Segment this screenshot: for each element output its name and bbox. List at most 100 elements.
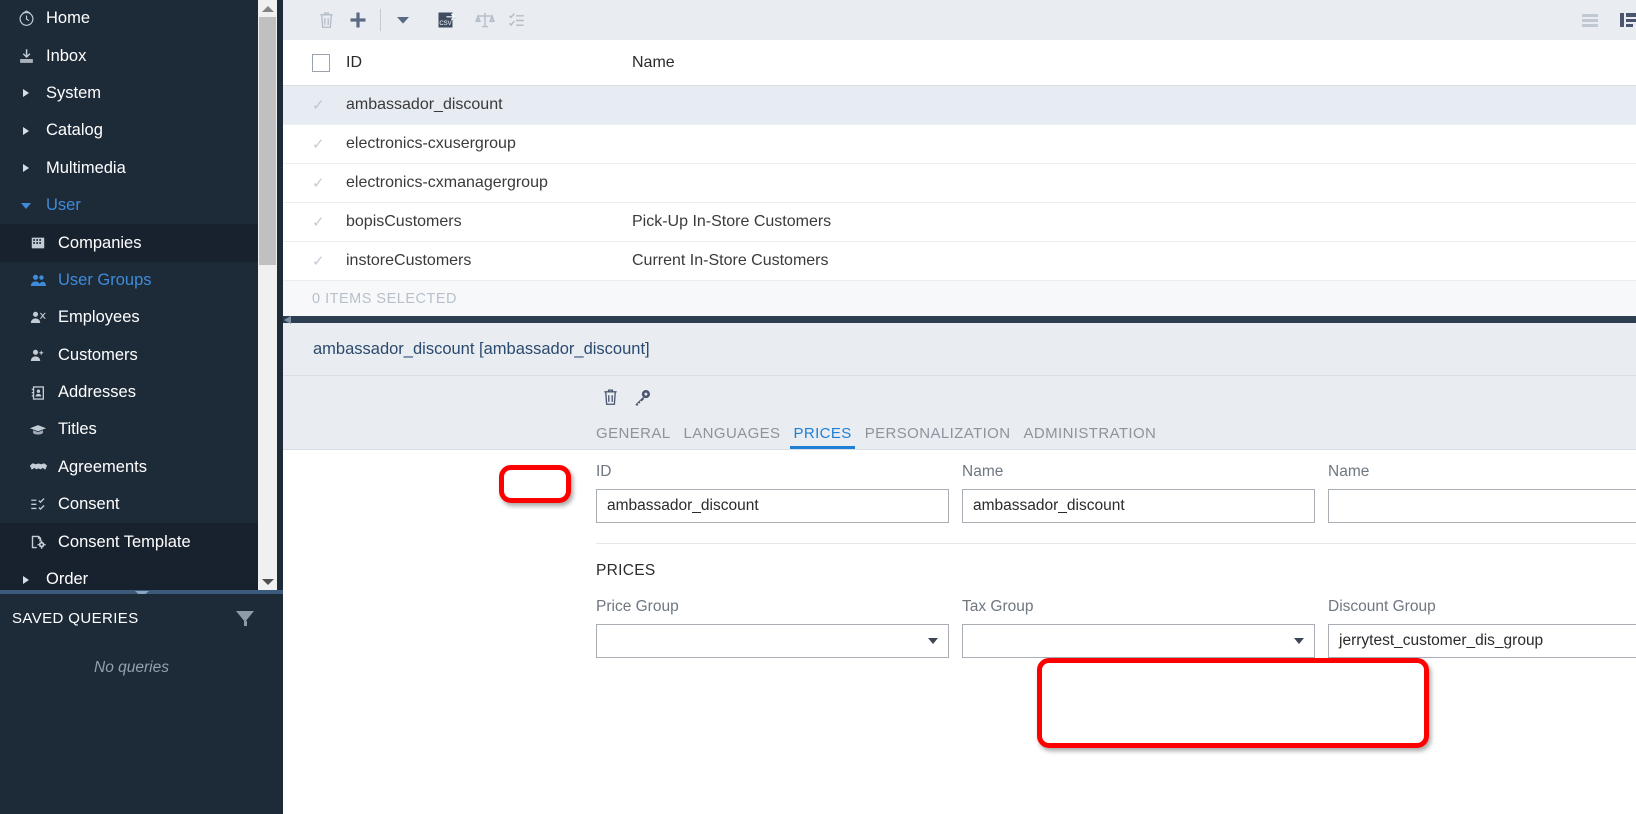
- tax-group-select[interactable]: [962, 624, 1315, 658]
- price-group-select[interactable]: [596, 624, 949, 658]
- row-check-icon: ✓: [312, 254, 330, 269]
- sidebar-item-titles[interactable]: Titles: [0, 411, 258, 448]
- sidebar-item-label: Employees: [58, 308, 140, 327]
- split-view-icon[interactable]: [1612, 4, 1636, 36]
- list-view-icon[interactable]: [1574, 4, 1606, 36]
- name-input[interactable]: [962, 489, 1315, 523]
- row-id: instoreCustomers: [346, 252, 632, 270]
- graduation-cap-icon: [26, 421, 50, 439]
- building-icon: [26, 234, 50, 252]
- select-all-checkbox[interactable]: [312, 54, 330, 72]
- field-name-localized: Name: [1328, 463, 1636, 523]
- sidebar-item-consent[interactable]: Consent: [0, 486, 258, 523]
- field-label: Name: [1328, 463, 1636, 481]
- key-icon[interactable]: [629, 384, 655, 410]
- table-row[interactable]: ✓ ambassador_discount: [283, 86, 1636, 125]
- saved-queries-empty: No queries: [0, 627, 283, 677]
- row-check-icon: ✓: [312, 98, 330, 113]
- sidebar-group-order[interactable]: Order: [0, 561, 258, 590]
- chevron-down-icon[interactable]: [387, 4, 419, 36]
- tab-administration[interactable]: ADMINISTRATION: [1023, 425, 1169, 449]
- field-id: ID: [596, 463, 949, 523]
- sidebar-nav: Home Inbox System Catalog: [0, 0, 258, 590]
- column-header-name[interactable]: Name: [632, 54, 1636, 72]
- csv-export-icon[interactable]: CSV: [431, 4, 463, 36]
- table-row[interactable]: ✓ instoreCustomers Current In-Store Cust…: [283, 242, 1636, 281]
- row-name: Pick-Up In-Store Customers: [632, 213, 1636, 231]
- scroll-up-arrow[interactable]: [258, 0, 277, 17]
- sidebar-scrollbar[interactable]: [258, 0, 277, 590]
- chevron-down-icon: [1294, 638, 1304, 644]
- row-id: electronics-cxusergroup: [346, 135, 632, 153]
- handshake-icon: [26, 458, 50, 476]
- customer-icon: [26, 346, 50, 364]
- selection-status: 0 ITEMS SELECTED: [283, 281, 1636, 316]
- tab-languages[interactable]: LANGUAGES: [684, 425, 794, 449]
- checklist-icon: [26, 496, 50, 514]
- scrollbar-thumb[interactable]: [259, 17, 276, 265]
- delete-icon[interactable]: [597, 384, 623, 410]
- view-mode-switcher: [1574, 4, 1636, 36]
- field-label: Price Group: [596, 598, 949, 616]
- caret-down-icon: [14, 197, 38, 215]
- sidebar-item-customers[interactable]: Customers: [0, 337, 258, 374]
- users-icon: [26, 271, 50, 289]
- delete-icon[interactable]: [310, 4, 342, 36]
- field-label: Discount Group: [1328, 598, 1636, 616]
- prices-field-row: Price Group Tax Group: [283, 580, 1636, 658]
- sidebar-item-inbox[interactable]: Inbox: [0, 37, 258, 74]
- sidebar-item-home[interactable]: Home: [0, 0, 258, 37]
- tab-prices[interactable]: PRICES: [793, 425, 864, 449]
- column-header-id[interactable]: ID: [346, 54, 632, 72]
- discount-group-select[interactable]: jerrytest_customer_dis_group: [1328, 624, 1636, 658]
- row-id: ambassador_discount: [346, 96, 632, 114]
- sidebar-group-catalog[interactable]: Catalog: [0, 112, 258, 149]
- sidebar-item-employees[interactable]: Employees: [0, 299, 258, 336]
- id-input[interactable]: [596, 489, 949, 523]
- panel-splitter[interactable]: [283, 316, 1636, 323]
- sidebar-item-label: Order: [46, 570, 88, 589]
- inbox-icon: [14, 47, 38, 65]
- tab-general[interactable]: GENERAL: [596, 425, 684, 449]
- add-icon[interactable]: [342, 4, 374, 36]
- field-name: Name: [962, 463, 1315, 523]
- items-list: ID Name ✓ ambassador_discount ✓ electron…: [283, 40, 1636, 316]
- funnel-icon[interactable]: [236, 611, 255, 626]
- checklist-icon[interactable]: [501, 4, 533, 36]
- caret-right-icon: [14, 159, 38, 177]
- employee-icon: [26, 309, 50, 327]
- row-name: Current In-Store Customers: [632, 252, 1636, 270]
- row-id: bopisCustomers: [346, 213, 632, 231]
- sidebar-item-label: Customers: [58, 346, 138, 365]
- sidebar-item-label: User Groups: [58, 271, 152, 290]
- sidebar-item-label: System: [46, 84, 101, 103]
- tab-personalization[interactable]: PERSONALIZATION: [865, 425, 1024, 449]
- sidebar-group-multimedia[interactable]: Multimedia: [0, 150, 258, 187]
- table-row[interactable]: ✓ electronics-cxusergroup: [283, 125, 1636, 164]
- caret-right-icon: [14, 84, 38, 102]
- address-book-icon: [26, 384, 50, 402]
- sidebar-item-agreements[interactable]: Agreements: [0, 449, 258, 486]
- table-row[interactable]: ✓ electronics-cxmanagergroup: [283, 164, 1636, 203]
- sidebar-group-user[interactable]: User: [0, 187, 258, 224]
- prices-section-heading: PRICES: [283, 544, 1636, 580]
- scroll-down-arrow[interactable]: [258, 573, 277, 590]
- sidebar-item-user-groups[interactable]: User Groups: [0, 262, 258, 299]
- sidebar-group-system[interactable]: System: [0, 75, 258, 112]
- sidebar-item-label: User: [46, 196, 81, 215]
- prices-form: ID Name Name: [283, 450, 1636, 658]
- sidebar-item-label: Agreements: [58, 458, 147, 477]
- sidebar-item-companies[interactable]: Companies: [0, 224, 258, 261]
- saved-queries-header: SAVED QUERIES: [0, 594, 283, 627]
- caret-right-icon: [14, 122, 38, 140]
- field-price-group: Price Group: [596, 598, 949, 658]
- name-localized-input[interactable]: [1328, 489, 1636, 523]
- saved-queries-panel: SAVED QUERIES No queries: [0, 594, 283, 814]
- compare-icon[interactable]: [469, 4, 501, 36]
- sidebar-item-consent-template[interactable]: Consent Template: [0, 523, 258, 560]
- field-discount-group: Discount Group jerrytest_customer_dis_gr…: [1328, 598, 1636, 658]
- caret-right-icon: [14, 571, 38, 589]
- sidebar-item-addresses[interactable]: Addresses: [0, 374, 258, 411]
- table-row[interactable]: ✓ bopisCustomers Pick-Up In-Store Custom…: [283, 203, 1636, 242]
- sidebar-item-label: Consent: [58, 495, 119, 514]
